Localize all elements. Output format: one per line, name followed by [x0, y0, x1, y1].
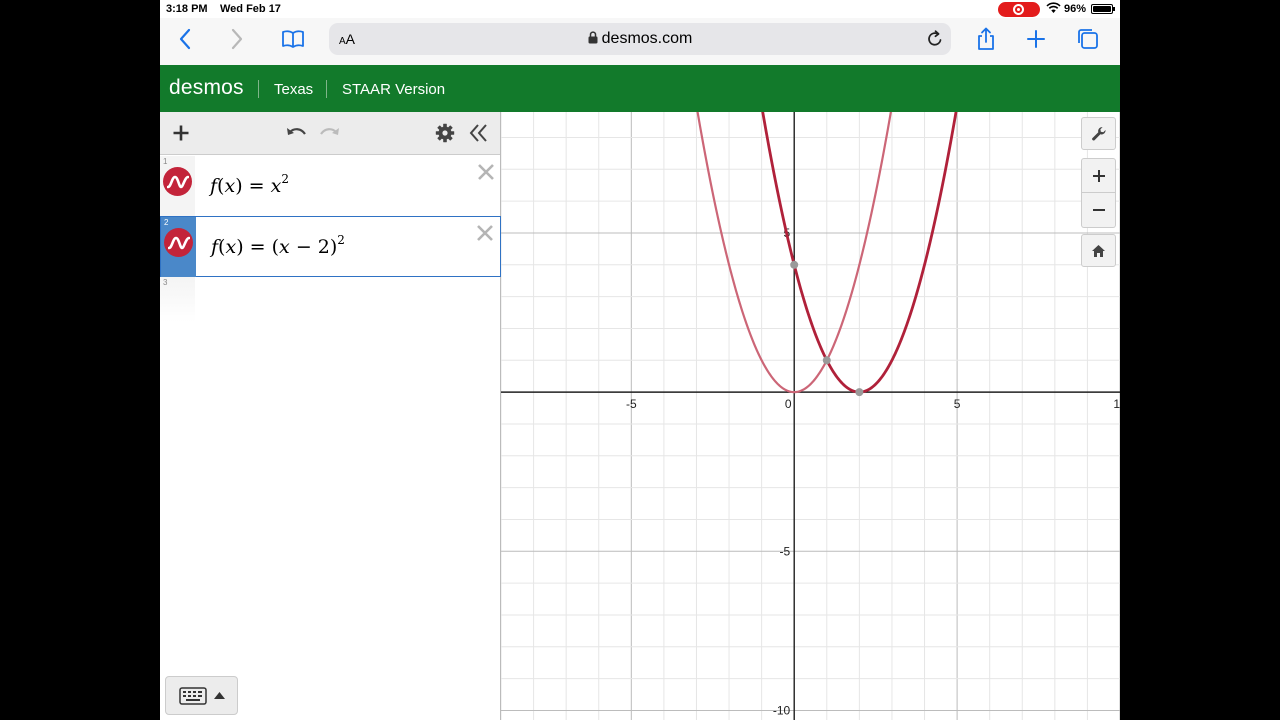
point-of-interest — [790, 260, 799, 269]
point-of-interest — [822, 356, 831, 365]
url-text: desmos.com — [601, 30, 693, 47]
status-date: Wed Feb 17 — [220, 3, 281, 15]
browser-toolbar: AA desmos.com — [160, 18, 1120, 65]
header-region: Texas — [274, 81, 314, 98]
new-tab-button[interactable] — [1021, 24, 1051, 54]
screen-recording-icon[interactable] — [998, 2, 1040, 17]
wrench-icon — [1091, 126, 1106, 140]
header-divider — [258, 80, 259, 98]
expression-index: 2 — [164, 218, 169, 227]
share-icon — [978, 27, 994, 50]
plus-icon — [1027, 30, 1045, 48]
book-icon — [282, 30, 304, 48]
expression-index: 1 — [163, 157, 168, 166]
redo-icon — [320, 128, 339, 135]
tabs-icon — [1078, 29, 1098, 49]
graph-style-icon[interactable] — [163, 167, 192, 196]
header-divider — [326, 80, 327, 98]
zoom-out-button[interactable] — [1081, 193, 1116, 228]
desmos-logo[interactable]: desmos — [169, 76, 244, 100]
close-icon[interactable] — [475, 223, 495, 243]
minus-icon — [1092, 209, 1105, 211]
default-view-button[interactable] — [1081, 234, 1116, 267]
battery-icon — [1091, 4, 1115, 14]
chevron-left-icon — [179, 28, 191, 50]
expression-row-empty[interactable]: 3 — [160, 277, 501, 338]
chevron-right-icon — [231, 28, 243, 50]
add-item-button[interactable] — [168, 120, 194, 146]
keyboard-icon — [179, 687, 207, 705]
status-time: 3:18 PM — [166, 3, 208, 15]
caret-up-icon — [214, 692, 225, 699]
settings-button[interactable] — [432, 120, 458, 146]
undo-button[interactable] — [283, 120, 309, 146]
bookmarks-button[interactable] — [278, 24, 308, 54]
graph-paper[interactable]: -505105-5-10 — [500, 49, 1120, 720]
header-version: STAAR Version — [342, 81, 446, 98]
undo-icon — [287, 128, 306, 135]
expression-gutter: 2 — [161, 217, 196, 277]
wifi-icon — [1046, 2, 1061, 13]
forward-button[interactable] — [222, 24, 252, 54]
desmos-header: desmos Texas STAAR Version — [160, 65, 1120, 112]
keyboard-toggle-button[interactable] — [165, 676, 238, 715]
graph-style-icon[interactable] — [164, 228, 193, 257]
redo-button[interactable] — [317, 120, 343, 146]
reload-icon[interactable] — [925, 29, 945, 49]
status-bar: 3:18 PM Wed Feb 17 96% — [160, 0, 1120, 18]
back-button[interactable] — [170, 24, 200, 54]
x-tick-label: 10 — [1113, 397, 1120, 411]
expression-math[interactable]: f(x) = (x − 2)2 — [211, 233, 345, 258]
zoom-in-button[interactable] — [1081, 158, 1116, 193]
point-of-interest — [855, 388, 864, 397]
expression-gutter: 1 — [160, 156, 195, 216]
expression-row[interactable]: 1 f(x) = x2 — [160, 156, 501, 217]
tabs-button[interactable] — [1073, 24, 1103, 54]
lock-icon — [588, 31, 598, 44]
close-icon[interactable] — [476, 162, 496, 182]
gear-icon — [435, 123, 455, 143]
plus-icon — [173, 125, 189, 141]
graph-canvas[interactable]: -505105-5-10 — [500, 49, 1120, 720]
graph-settings-button[interactable] — [1081, 117, 1116, 150]
plus-icon — [1092, 169, 1105, 182]
y-tick-label: -5 — [780, 544, 791, 558]
expression-row-active[interactable]: 2 f(x) = (x − 2)2 — [160, 216, 501, 277]
share-button[interactable] — [971, 24, 1001, 54]
x-tick-label: -5 — [626, 397, 637, 411]
expression-gutter: 3 — [160, 277, 195, 322]
collapse-panel-button[interactable] — [466, 120, 492, 146]
x-tick-label: 5 — [954, 397, 961, 411]
address-bar[interactable]: AA desmos.com — [329, 23, 951, 55]
x-tick-label: 0 — [785, 397, 792, 411]
expression-panel: 1 f(x) = x2 2 f(x) = (x − 2)2 3 — [160, 112, 501, 720]
expression-toolbar — [160, 112, 500, 155]
double-chevron-left-icon — [469, 124, 487, 142]
expression-math[interactable]: f(x) = x2 — [210, 172, 289, 197]
y-tick-label: -10 — [773, 703, 791, 717]
expression-index: 3 — [163, 278, 168, 287]
home-icon — [1092, 244, 1105, 257]
ipad-screen: 3:18 PM Wed Feb 17 96% AA desmos.com des… — [160, 0, 1120, 720]
battery-percent: 96% — [1064, 3, 1087, 15]
